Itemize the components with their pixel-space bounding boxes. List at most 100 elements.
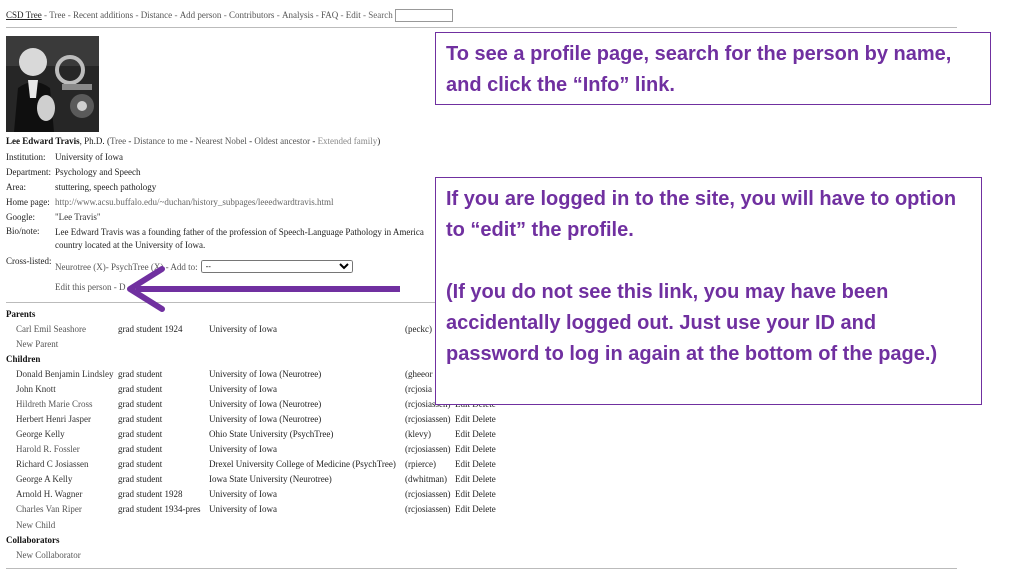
- nav-search-label: Search: [368, 10, 393, 20]
- distance-to-me-link[interactable]: Distance to me: [134, 136, 188, 146]
- nav-faq-link[interactable]: FAQ: [321, 10, 338, 20]
- child-name-link[interactable]: John Knott: [16, 384, 56, 394]
- relation-role: grad student 1924: [118, 324, 183, 334]
- relation-institution: University of Iowa: [209, 489, 277, 499]
- relation-institution: University of Iowa: [209, 444, 277, 454]
- edit-delete-links[interactable]: Edit Delete: [455, 414, 496, 424]
- pointer-arrow-icon: [127, 266, 400, 312]
- google-link[interactable]: "Lee Travis": [55, 212, 101, 222]
- parent-name-link[interactable]: Carl Emil Seashore: [16, 324, 86, 334]
- nav-separator: -: [41, 10, 50, 20]
- relation-role: grad student: [118, 399, 163, 409]
- edit-line: Edit this person - D: [55, 282, 126, 292]
- oldest-ancestor-link[interactable]: Oldest ancestor: [254, 136, 310, 146]
- relation-user: (gheeor: [405, 369, 433, 379]
- child-name-link[interactable]: Charles Van Riper: [16, 504, 82, 514]
- child-name-link[interactable]: George Kelly: [16, 429, 65, 439]
- callout-top-text: To see a profile page, search for the pe…: [446, 43, 952, 96]
- person-tree-link[interactable]: Tree: [110, 136, 126, 146]
- relation-role: grad student: [118, 429, 163, 439]
- child-name-link[interactable]: George A Kelly: [16, 474, 72, 484]
- search-input[interactable]: [394, 8, 453, 22]
- relation-role: grad student: [118, 369, 163, 379]
- relation-role: grad student: [118, 474, 163, 484]
- new-collaborator-link[interactable]: New Collaborator: [16, 550, 81, 560]
- field-value: Psychology and Speech: [55, 167, 141, 177]
- nav-separator: -: [133, 10, 141, 20]
- nearest-nobel-link[interactable]: Nearest Nobel: [195, 136, 247, 146]
- person-name-line: Lee Edward Travis, Ph.D. (Tree - Distanc…: [6, 136, 381, 146]
- relation-institution: University of Iowa: [209, 324, 277, 334]
- nav-separator: -: [65, 10, 73, 20]
- relation-role: grad student: [118, 444, 163, 454]
- field-label: Google:: [6, 212, 35, 222]
- relation-user: (rcjosia: [405, 384, 432, 394]
- relation-institution: University of Iowa (Neurotree): [209, 414, 322, 424]
- nav-separator: -: [172, 10, 180, 20]
- nav-tree-link[interactable]: Tree: [49, 10, 65, 20]
- child-name-link[interactable]: Arnold H. Wagner: [16, 489, 82, 499]
- nav-separator: -: [221, 10, 229, 20]
- callout-bottom-text-2: (If you do not see this link, you may ha…: [446, 281, 938, 365]
- relation-role: grad student: [118, 384, 163, 394]
- relation-role: grad student 1928: [118, 489, 183, 499]
- bottom-divider: [6, 568, 957, 569]
- field-google: Google: "Lee Travis": [6, 212, 101, 222]
- callout-spacer: [446, 246, 971, 277]
- nav-edit-link[interactable]: Edit: [346, 10, 361, 20]
- relation-institution: Ohio State University (PsychTree): [209, 429, 334, 439]
- collaborators-heading: Collaborators: [6, 535, 60, 545]
- relation-user: (rcjosiassen): [405, 414, 451, 424]
- field-homepage: Home page: http://www.acsu.buffalo.edu/~…: [6, 197, 334, 207]
- relation-institution: University of Iowa (Neurotree): [209, 399, 322, 409]
- new-child-link[interactable]: New Child: [16, 520, 55, 530]
- top-divider: [6, 27, 957, 28]
- relation-user: (peckc): [405, 324, 432, 334]
- person-name: Lee Edward Travis: [6, 136, 80, 146]
- relation-user: (rcjosiassen): [405, 489, 451, 499]
- relation-institution: University of Iowa: [209, 384, 277, 394]
- nav-separator: -: [274, 10, 282, 20]
- edit-delete-links[interactable]: Edit Delete: [455, 489, 496, 499]
- extended-family-link[interactable]: Extended family: [318, 136, 378, 146]
- relation-role: grad student 1934-pres: [118, 504, 201, 514]
- new-parent-link[interactable]: New Parent: [16, 339, 58, 349]
- relation-user: (klevy): [405, 429, 431, 439]
- field-label: Institution:: [6, 152, 46, 162]
- children-heading: Children: [6, 354, 41, 364]
- child-name-link[interactable]: Richard C Josiassen: [16, 459, 89, 469]
- bio-text: Lee Edward Travis was a founding father …: [55, 227, 424, 250]
- nav-recent-additions-link[interactable]: Recent additions: [73, 10, 133, 20]
- field-label: Department:: [6, 167, 51, 177]
- nav-home-link[interactable]: CSD Tree: [6, 10, 42, 20]
- edit-delete-links[interactable]: Edit Delete: [455, 459, 496, 469]
- child-name-link[interactable]: Herbert Henri Jasper: [16, 414, 91, 424]
- edit-delete-links[interactable]: Edit Delete: [455, 504, 496, 514]
- edit-delete-links[interactable]: Edit Delete: [455, 474, 496, 484]
- field-department: Department: Psychology and Speech: [6, 167, 141, 177]
- relation-role: grad student: [118, 459, 163, 469]
- homepage-link[interactable]: http://www.acsu.buffalo.edu/~duchan/hist…: [55, 197, 334, 207]
- relation-role: grad student: [118, 414, 163, 424]
- field-label: Area:: [6, 182, 26, 192]
- relation-institution: Iowa State University (Neurotree): [209, 474, 332, 484]
- nav-add-person-link[interactable]: Add person: [180, 10, 222, 20]
- edit-delete-links[interactable]: Edit Delete: [455, 444, 496, 454]
- callout-search-info: To see a profile page, search for the pe…: [435, 32, 991, 105]
- child-name-link[interactable]: Donald Benjamin Lindsley: [16, 369, 113, 379]
- parents-heading: Parents: [6, 309, 36, 319]
- relation-user: (dwhitman): [405, 474, 447, 484]
- edit-person-link[interactable]: Edit this person: [55, 282, 112, 292]
- nav-analysis-link[interactable]: Analysis: [282, 10, 314, 20]
- edit-delete-links[interactable]: Edit Delete: [455, 429, 496, 439]
- nav-distance-link[interactable]: Distance: [141, 10, 173, 20]
- profile-photo: [6, 36, 99, 132]
- relation-institution: University of Iowa (Neurotree): [209, 369, 322, 379]
- child-name-link[interactable]: Harold R. Fossler: [16, 444, 80, 454]
- field-bio-label-row: Bio/note:: [6, 226, 55, 236]
- child-name-link[interactable]: Hildreth Marie Cross: [16, 399, 93, 409]
- nav-contributors-link[interactable]: Contributors: [229, 10, 275, 20]
- nav-separator: -: [313, 10, 321, 20]
- field-institution: Institution: University of Iowa: [6, 152, 123, 162]
- relation-user: (rpierce): [405, 459, 436, 469]
